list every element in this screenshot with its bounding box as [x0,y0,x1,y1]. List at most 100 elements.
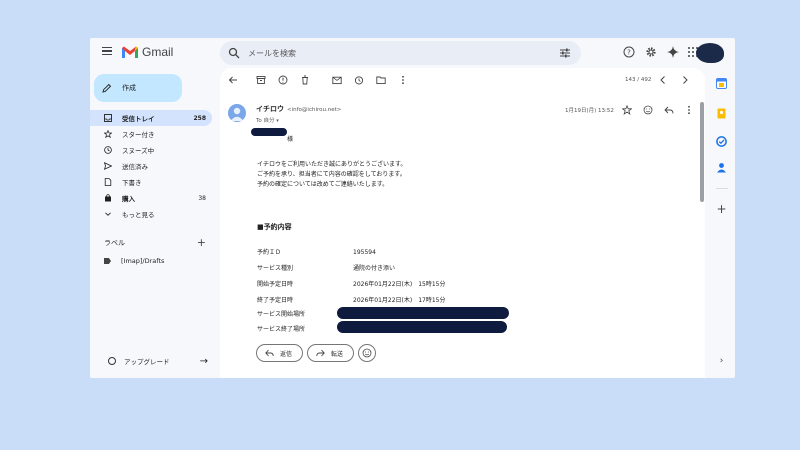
upgrade-button[interactable]: アップグレード → [108,355,208,367]
top-bar: Gmail ? [90,38,735,68]
sender-line: イチロウ <info@ichirou.net> [256,104,341,114]
forward-label: 転送 [331,350,344,358]
recipient-label: To 自分 [256,118,275,124]
detail-value: 2026年01月22日(木) 15時15分 [353,281,446,288]
sidebar-item-label: もっと見る [122,211,155,219]
gmail-logo[interactable]: Gmail [122,45,173,59]
reply-button[interactable]: 返信 [256,344,304,362]
arrow-right-icon: → [199,355,208,367]
emoji-reaction-button[interactable] [358,344,377,362]
add-addon-plus-icon[interactable]: + [716,203,727,215]
keep-notes-icon[interactable] [716,108,727,119]
move-to-folder-icon[interactable] [376,75,386,85]
trash-icon[interactable] [300,75,310,85]
help-icon[interactable]: ? [623,46,635,58]
menu-icon[interactable] [102,47,112,56]
archive-icon[interactable] [256,75,266,85]
emoji-icon [362,348,372,358]
detail-row: 開始予定日時 2026年01月22日(木) 15時15分 [257,280,677,290]
sender-name: イチロウ [256,105,284,113]
more-vertical-icon[interactable] [684,105,694,115]
greeting-suffix: 様 [287,136,294,143]
inbox-count: 258 [193,114,206,122]
account-avatar[interactable] [696,43,724,63]
search-options-icon[interactable] [559,47,571,59]
compose-label: 作成 [122,84,136,92]
sidebar-item-purchases[interactable]: 購入 38 [90,190,212,206]
forward-button[interactable]: 転送 [307,344,355,362]
compose-button[interactable]: 作成 [94,74,182,102]
svg-text:?: ? [627,49,631,57]
pagination-count: 143 / 492 [625,77,652,83]
email-scrollbar[interactable] [700,102,704,202]
upgrade-label: アップグレード [124,358,170,366]
gmail-m-icon [122,46,138,58]
send-icon [104,162,112,170]
detail-value: 195594 [353,249,376,256]
sidebar-item-snoozed[interactable]: スヌーズ中 [90,142,212,158]
star-icon[interactable] [622,105,632,115]
calendar-icon[interactable] [716,78,727,89]
gmail-window: Gmail ? [90,38,735,378]
sidebar-item-sent[interactable]: 送信済み [90,158,212,174]
sidebar-item-label: 下書き [122,179,142,187]
star-icon [104,130,112,138]
chevron-right-icon[interactable]: › [716,356,727,367]
back-arrow-icon[interactable] [228,75,238,85]
search-bar[interactable] [220,41,581,65]
sidebar-item-inbox[interactable]: 受信トレイ 258 [90,110,212,126]
redacted-recipient-name [251,128,287,136]
tasks-icon[interactable] [716,136,727,147]
detail-key: サービス終了場所 [257,326,306,333]
redacted-start-location [337,307,509,319]
sidebar-item-label: 受信トレイ [122,115,155,123]
detail-row: サービス種別 通院の付き添い [257,264,677,274]
inbox-icon [104,114,112,122]
labels-section: ラベル + [104,236,206,249]
report-spam-icon[interactable] [278,75,288,85]
chevron-right-icon[interactable] [680,75,690,85]
detail-value: 2026年01月22日(木) 17時15分 [353,297,446,304]
snooze-icon[interactable] [354,75,364,85]
add-label-plus-icon[interactable]: + [197,236,206,249]
redacted-end-location [337,321,507,333]
detail-key: サービス開始場所 [257,311,306,318]
search-icon[interactable] [228,47,240,59]
email-panel: 143 / 492 イチロウ <info@ichirou.net> To 自分 ▾… [220,68,705,378]
sidebar-item-label: スター付き [122,131,155,139]
detail-row: 終了予定日時 2026年01月22日(木) 17時15分 [257,296,677,306]
recipient-details[interactable]: To 自分 ▾ [256,116,279,124]
app-name: Gmail [142,45,174,59]
more-vertical-icon[interactable] [398,75,408,85]
body-line: イチロウをご利用いただき誠にありがとうございます。 [257,161,407,168]
purchases-count: 38 [198,194,206,202]
label-item-imap-drafts[interactable]: [Imap]/Drafts [104,257,164,265]
person-icon [230,107,244,121]
body-line: ご予約を承り、担当者にて内容の確認をしております。 [257,171,406,178]
clock-icon [104,146,112,154]
gemini-sparkle-icon[interactable] [667,46,679,58]
email-toolbar: 143 / 492 [220,68,705,92]
draft-file-icon [104,178,112,186]
sidebar-item-label: スヌーズ中 [122,147,155,155]
reply-icon [265,349,274,357]
detail-key: サービス種別 [257,265,294,272]
emoji-react-icon[interactable] [643,105,653,115]
detail-value: 通院の付き添い [353,265,396,272]
chevron-left-icon[interactable] [658,75,668,85]
sidebar-item-starred[interactable]: スター付き [90,126,212,142]
settings-gear-icon[interactable] [645,46,657,58]
sender-avatar[interactable] [228,104,246,122]
mark-unread-icon[interactable] [332,75,342,85]
reply-icon[interactable] [664,105,674,115]
email-header: イチロウ <info@ichirou.net> To 自分 ▾ 1月19日(月) … [220,98,705,128]
reply-label: 返信 [280,350,293,358]
sidebar-item-drafts[interactable]: 下書き [90,174,212,190]
pencil-icon [102,83,112,93]
search-input[interactable] [248,46,548,60]
detail-key: 予約ＩＤ [257,249,282,256]
side-panel-rail: + › [710,68,735,378]
caret-down-icon: ▾ [276,118,279,124]
sidebar-item-more[interactable]: もっと見る [90,206,212,222]
contacts-icon[interactable] [716,162,727,173]
